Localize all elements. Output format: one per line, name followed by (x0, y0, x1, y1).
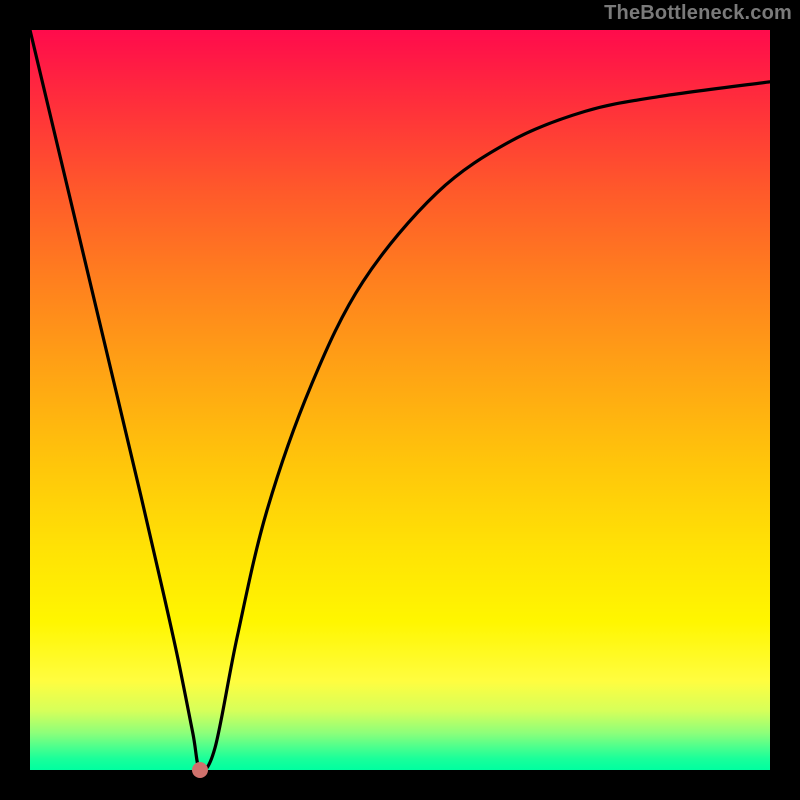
attribution-text: TheBottleneck.com (604, 2, 792, 25)
chart-curve-svg (30, 30, 770, 770)
minimum-marker-dot (192, 762, 208, 778)
chart-plot-area (30, 30, 770, 770)
bottleneck-curve (30, 30, 770, 771)
